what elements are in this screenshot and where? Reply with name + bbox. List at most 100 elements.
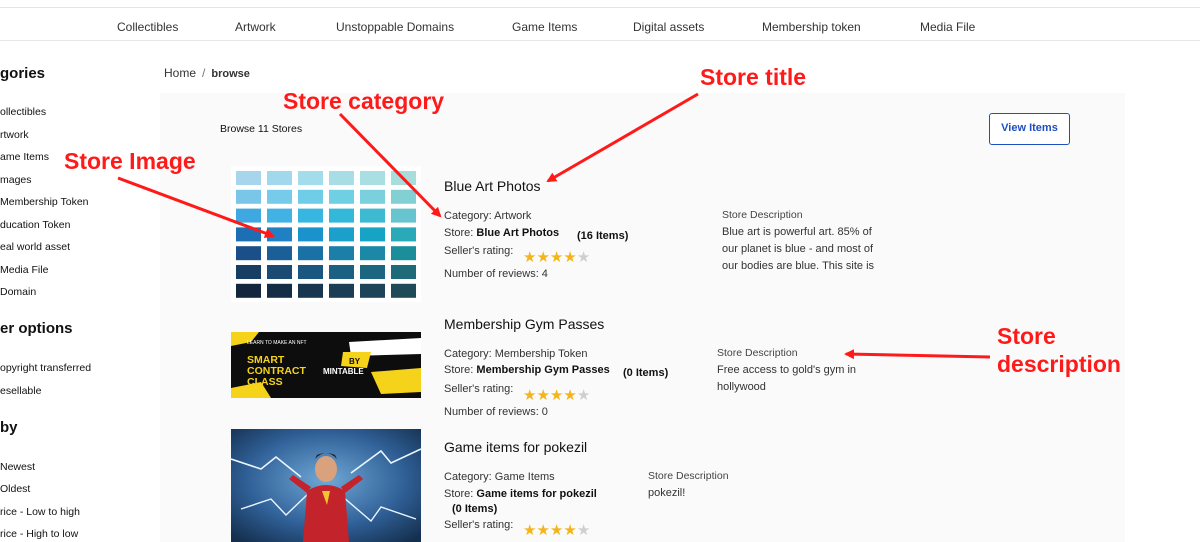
other-options-heading: er options	[0, 320, 73, 337]
seller-rating-stars: ★★★★★	[523, 250, 590, 265]
color-swatch	[267, 227, 292, 242]
filter-artwork[interactable]: rtwork	[0, 129, 29, 141]
description-line: Blue art is powerful art. 85% of	[722, 226, 872, 238]
nav-game-items[interactable]: Game Items	[512, 20, 577, 34]
filter-real-world-asset[interactable]: eal world asset	[0, 241, 70, 253]
store-description-heading: Store Description	[717, 347, 798, 359]
store-name-link[interactable]: Membership Gym Passes	[476, 364, 609, 376]
store-label: Store:	[444, 488, 474, 500]
color-swatch	[298, 283, 323, 298]
star-icon: ★	[563, 249, 577, 266]
sort-oldest[interactable]: Oldest	[0, 483, 30, 495]
hero-head	[315, 456, 337, 482]
breadcrumb: Home / browse	[164, 66, 250, 80]
store-title[interactable]: Membership Gym Passes	[444, 316, 604, 332]
store-description: Blue art is powerful art. 85% of our pla…	[722, 224, 922, 275]
nav-media-file[interactable]: Media File	[920, 20, 975, 34]
color-swatch	[391, 283, 416, 298]
store-category: Category: Game Items	[444, 471, 555, 483]
color-swatch	[298, 227, 323, 242]
color-swatch	[236, 189, 261, 204]
star-icon: ★	[523, 522, 537, 539]
color-swatch	[360, 246, 385, 261]
star-icon: ★	[536, 387, 550, 404]
filter-game-items[interactable]: ame Items	[0, 151, 49, 163]
color-swatch	[360, 208, 385, 223]
star-icon: ★	[523, 387, 537, 404]
rating-label: Seller's rating:	[444, 245, 514, 257]
store-description: Free access to gold's gym in hollywood	[717, 362, 877, 396]
category-value: Game Items	[494, 471, 555, 483]
store-description: pokezil!	[648, 485, 808, 502]
nav-membership-token[interactable]: Membership token	[762, 20, 861, 34]
review-count: Number of reviews: 4	[444, 268, 548, 280]
color-swatch	[236, 208, 261, 223]
star-icon: ★	[536, 522, 550, 539]
color-swatch	[360, 283, 385, 298]
filter-membership-token[interactable]: Membership Token	[0, 196, 89, 208]
store-name-line: Store: Game items for pokezil	[444, 488, 597, 500]
store-image-pokezil[interactable]	[231, 429, 421, 542]
color-swatch	[267, 189, 292, 204]
color-swatch	[391, 171, 416, 185]
color-swatch	[391, 208, 416, 223]
filter-domain[interactable]: Domain	[0, 286, 36, 298]
store-count: Browse 11 Stores	[220, 123, 303, 135]
color-swatch	[360, 265, 385, 279]
store-name-line: Store: Membership Gym Passes	[444, 364, 610, 376]
star-icon: ★	[549, 387, 564, 404]
filter-education-token[interactable]: ducation Token	[0, 219, 70, 231]
sort-newest[interactable]: Newest	[0, 461, 35, 473]
filter-images[interactable]: mages	[0, 174, 32, 186]
view-items-button[interactable]: View Items	[989, 113, 1070, 145]
description-line: our planet is blue - and most of	[722, 243, 874, 255]
description-line: our bodies are blue. This site is	[722, 260, 875, 272]
store-description-heading: Store Description	[648, 470, 729, 482]
thumb-by: BY	[349, 357, 361, 366]
store-description-heading: Store Description	[722, 209, 803, 221]
sort-price-high-low[interactable]: rice - High to low	[0, 528, 78, 540]
color-swatch	[267, 265, 292, 279]
description-line: Free access to gold's gym in	[717, 364, 857, 376]
breadcrumb-home[interactable]: Home	[164, 66, 196, 80]
color-swatch	[236, 227, 261, 242]
description-line: hollywood	[717, 381, 766, 393]
category-label: Category:	[444, 471, 492, 483]
nav-digital-assets[interactable]: Digital assets	[633, 20, 704, 34]
color-swatch	[236, 283, 261, 298]
color-swatch	[360, 189, 385, 204]
store-image-blue-art[interactable]	[231, 166, 421, 302]
store-name-link[interactable]: Blue Art Photos	[476, 227, 559, 239]
rating-label: Seller's rating:	[444, 519, 514, 531]
sort-by-heading: by	[0, 419, 18, 436]
color-swatch	[298, 246, 323, 261]
nav-collectibles[interactable]: Collectibles	[117, 20, 178, 34]
nav-artwork[interactable]: Artwork	[235, 20, 276, 34]
color-swatch	[267, 283, 292, 298]
store-name-link[interactable]: Game items for pokezil	[476, 488, 596, 500]
sort-price-low-high[interactable]: rice - Low to high	[0, 506, 80, 518]
filter-collectibles[interactable]: ollectibles	[0, 106, 46, 118]
star-empty-icon: ★	[576, 522, 591, 539]
star-icon: ★	[549, 522, 564, 539]
categories-heading: gories	[0, 65, 46, 82]
filter-sidebar: gories ollectibles rtwork ame Items mage…	[0, 41, 150, 542]
items-count: (16 Items)	[577, 230, 629, 242]
store-title[interactable]: Blue Art Photos	[444, 178, 541, 194]
store-label: Store:	[444, 227, 474, 239]
store-name-line: Store: Blue Art Photos	[444, 227, 559, 239]
filter-copyright-transferred[interactable]: opyright transferred	[0, 362, 91, 374]
color-swatch	[236, 171, 261, 185]
annotation-store-category: Store category	[283, 88, 445, 114]
category-label: Category:	[444, 348, 492, 360]
color-swatch	[236, 265, 261, 279]
nav-unstoppable-domains[interactable]: Unstoppable Domains	[336, 20, 454, 34]
color-swatch	[298, 265, 323, 279]
items-count: (0 Items)	[452, 503, 498, 515]
filter-media-file[interactable]: Media File	[0, 264, 48, 276]
filter-resellable[interactable]: esellable	[0, 385, 41, 397]
color-swatch	[267, 246, 292, 261]
store-title[interactable]: Game items for pokezil	[444, 439, 587, 455]
store-image-smart-contract-class[interactable]: LEARN TO MAKE AN NFT SMART CONTRACT CLAS…	[231, 332, 421, 398]
color-swatch	[329, 246, 354, 261]
